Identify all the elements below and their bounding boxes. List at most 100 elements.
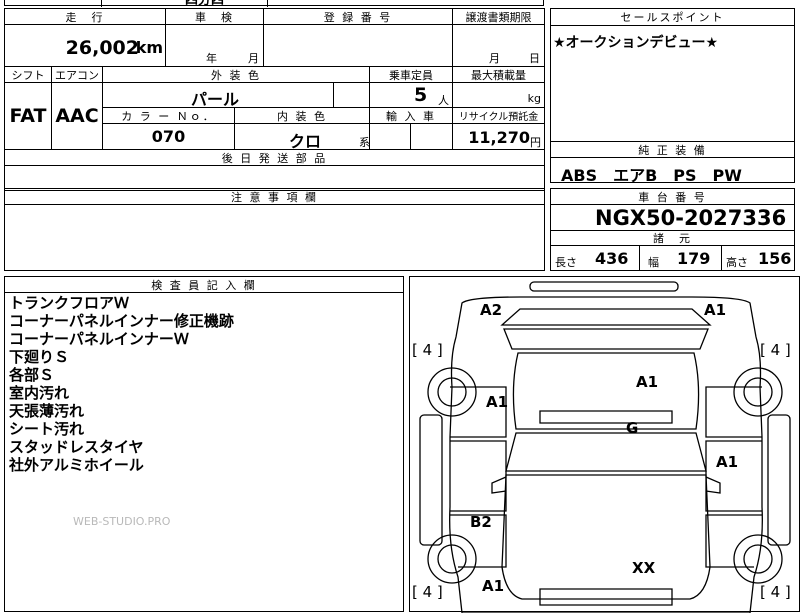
aircon-value: AAC bbox=[51, 82, 103, 150]
mark-left-front-door: B2 bbox=[470, 513, 492, 531]
inspector-label: 検 査 員 記 入 欄 bbox=[4, 276, 404, 293]
mark-right-rear-door: A1 bbox=[716, 453, 739, 471]
recycle-label: リサイクル預託金 bbox=[452, 107, 545, 124]
mark-rear-left: A2 bbox=[480, 301, 503, 319]
inspector-line: スタッドレスタイヤ bbox=[9, 438, 144, 456]
width-label: 幅 bbox=[648, 256, 659, 269]
tire-front-left-mark: [ 4 ] bbox=[412, 583, 443, 601]
hood bbox=[501, 474, 711, 600]
capacity-unit: 人 bbox=[438, 94, 449, 107]
later-parts-label: 後 日 発 送 部 品 bbox=[4, 149, 545, 166]
max-load-value-cell: kg bbox=[452, 82, 545, 108]
car-damage-diagram: [ 4 ] [ 4 ] [ 4 ] [ 4 ] A2 A1 A1 A1 G A1… bbox=[409, 276, 800, 613]
rear-glass bbox=[503, 328, 709, 350]
notes-box bbox=[4, 204, 545, 271]
top-partial-text: 四分四 bbox=[185, 0, 225, 8]
sales-point-label: セールスポイント bbox=[550, 8, 795, 26]
import-value-cell-2 bbox=[410, 123, 453, 150]
wheel-rear-right-hub bbox=[743, 377, 773, 407]
left-rear-door bbox=[450, 440, 507, 512]
transfer-label: 譲渡書類期限 bbox=[452, 8, 545, 25]
capacity-value: 5 bbox=[414, 84, 428, 106]
inspector-line: シート汚れ bbox=[9, 420, 85, 438]
shaken-label: 車 検 bbox=[165, 8, 264, 25]
mark-roof: A1 bbox=[636, 373, 659, 391]
wheel-front-left bbox=[427, 534, 477, 584]
max-load-label: 最大積載量 bbox=[452, 66, 545, 83]
mark-rear-right: A1 bbox=[704, 301, 727, 319]
tire-front-right-mark: [ 4 ] bbox=[760, 583, 791, 601]
mileage-unit: km bbox=[135, 38, 163, 57]
left-mirror bbox=[491, 476, 507, 494]
transfer-day-unit: 日 bbox=[529, 52, 540, 65]
capacity-label: 乗車定員 bbox=[369, 66, 453, 83]
specs-label: 諸 元 bbox=[550, 230, 795, 246]
top-partial-row: 四分四 … bbox=[4, 0, 544, 8]
registration-label: 登 録 番 号 bbox=[263, 8, 453, 25]
height-label: 高さ bbox=[726, 256, 748, 269]
shaken-value-cell: 年 月 bbox=[165, 24, 264, 67]
recycle-value: 11,270 bbox=[468, 128, 530, 147]
wheel-rear-right bbox=[733, 367, 783, 417]
mark-hood: XX bbox=[632, 559, 656, 577]
interior-color-value-cell: クロ 系 bbox=[234, 123, 370, 151]
registration-value-cell bbox=[263, 24, 453, 67]
color-no-label: カ ラ ー Ｎｏ． bbox=[102, 107, 235, 124]
car-outline-svg bbox=[419, 281, 791, 613]
height-value: 156 bbox=[758, 249, 792, 268]
inspector-line: 下廻りＳ bbox=[9, 348, 70, 366]
specs-box: 長さ 436 幅 179 高さ 156 bbox=[550, 245, 795, 271]
roof-panel bbox=[512, 352, 700, 430]
vehicle-info-table: 走 行 車 検 登 録 番 号 譲渡書類期限 26,002 km 年 月 月 日… bbox=[4, 8, 545, 191]
inspector-line: 天張薄汚れ bbox=[9, 402, 85, 420]
right-rear-door bbox=[705, 440, 762, 512]
left-side-step bbox=[419, 414, 443, 546]
inspector-line: コーナーパネルインナーＷ bbox=[9, 330, 189, 348]
shift-value: FAT bbox=[4, 82, 52, 150]
recycle-unit: 円 bbox=[530, 136, 541, 149]
notes-label: 注 意 事 項 欄 bbox=[4, 188, 545, 205]
chassis-label: 車 台 番 号 bbox=[550, 188, 795, 205]
inspector-line: 社外アルミホイール bbox=[9, 456, 144, 474]
mark-left-front-fender: A1 bbox=[482, 577, 505, 595]
wheel-front-right bbox=[733, 534, 783, 584]
mark-left-rear-quarter: A1 bbox=[486, 393, 509, 411]
genuine-equipment-value: ABS エアB PS PW bbox=[561, 166, 742, 185]
genuine-equipment-label: 純 正 装 備 bbox=[550, 141, 795, 158]
tire-rear-right-mark: [ 4 ] bbox=[760, 341, 791, 359]
mileage-label: 走 行 bbox=[4, 8, 166, 25]
windshield bbox=[505, 432, 707, 472]
rear-bumper-bar bbox=[529, 281, 679, 292]
sunroof bbox=[539, 410, 673, 424]
inspector-box: トランクフロアＷ コーナーパネルインナー修正機跡 コーナーパネルインナーＷ 下廻… bbox=[4, 292, 404, 612]
right-mirror bbox=[705, 476, 721, 494]
inspector-line: トランクフロアＷ bbox=[9, 294, 130, 312]
grille bbox=[539, 588, 673, 606]
sales-point-value: ★オークションデビュー★ bbox=[553, 35, 719, 51]
tire-rear-left-mark: [ 4 ] bbox=[412, 341, 443, 359]
length-label: 長さ bbox=[555, 256, 577, 269]
length-value: 436 bbox=[595, 249, 629, 268]
rear-gate bbox=[500, 308, 712, 326]
watermark: WEB-STUDIO.PRO bbox=[73, 515, 171, 528]
sales-point-box: ★オークションデビュー★ bbox=[550, 25, 795, 142]
recycle-value-cell: 11,270 円 bbox=[452, 123, 545, 150]
transfer-month-unit: 月 bbox=[489, 52, 500, 65]
interior-color-label: 内 装 色 bbox=[234, 107, 370, 124]
inspector-line: コーナーパネルインナー修正機跡 bbox=[9, 312, 234, 330]
color-no-value: 070 bbox=[102, 123, 235, 150]
exterior-color-value-cell: パール bbox=[102, 82, 334, 109]
chassis-box: NGX50-2027336 bbox=[550, 204, 795, 231]
import-value-cell-1 bbox=[369, 123, 411, 150]
wheel-front-right-hub bbox=[743, 544, 773, 574]
shaken-month-unit: 月 bbox=[248, 52, 259, 65]
inspector-line: 各部Ｓ bbox=[9, 366, 55, 384]
width-value: 179 bbox=[677, 249, 711, 268]
aircon-label: エアコン bbox=[51, 66, 103, 83]
inspector-lines: トランクフロアＷ コーナーパネルインナー修正機跡 コーナーパネルインナーＷ 下廻… bbox=[9, 294, 234, 474]
mileage-value-cell: 26,002 km bbox=[4, 24, 166, 67]
genuine-equipment-box: ABS エアB PS PW bbox=[550, 157, 795, 185]
transfer-value-cell: 月 日 bbox=[452, 24, 545, 67]
right-side-step bbox=[767, 414, 791, 546]
inspector-line: 室内汚れ bbox=[9, 384, 70, 402]
